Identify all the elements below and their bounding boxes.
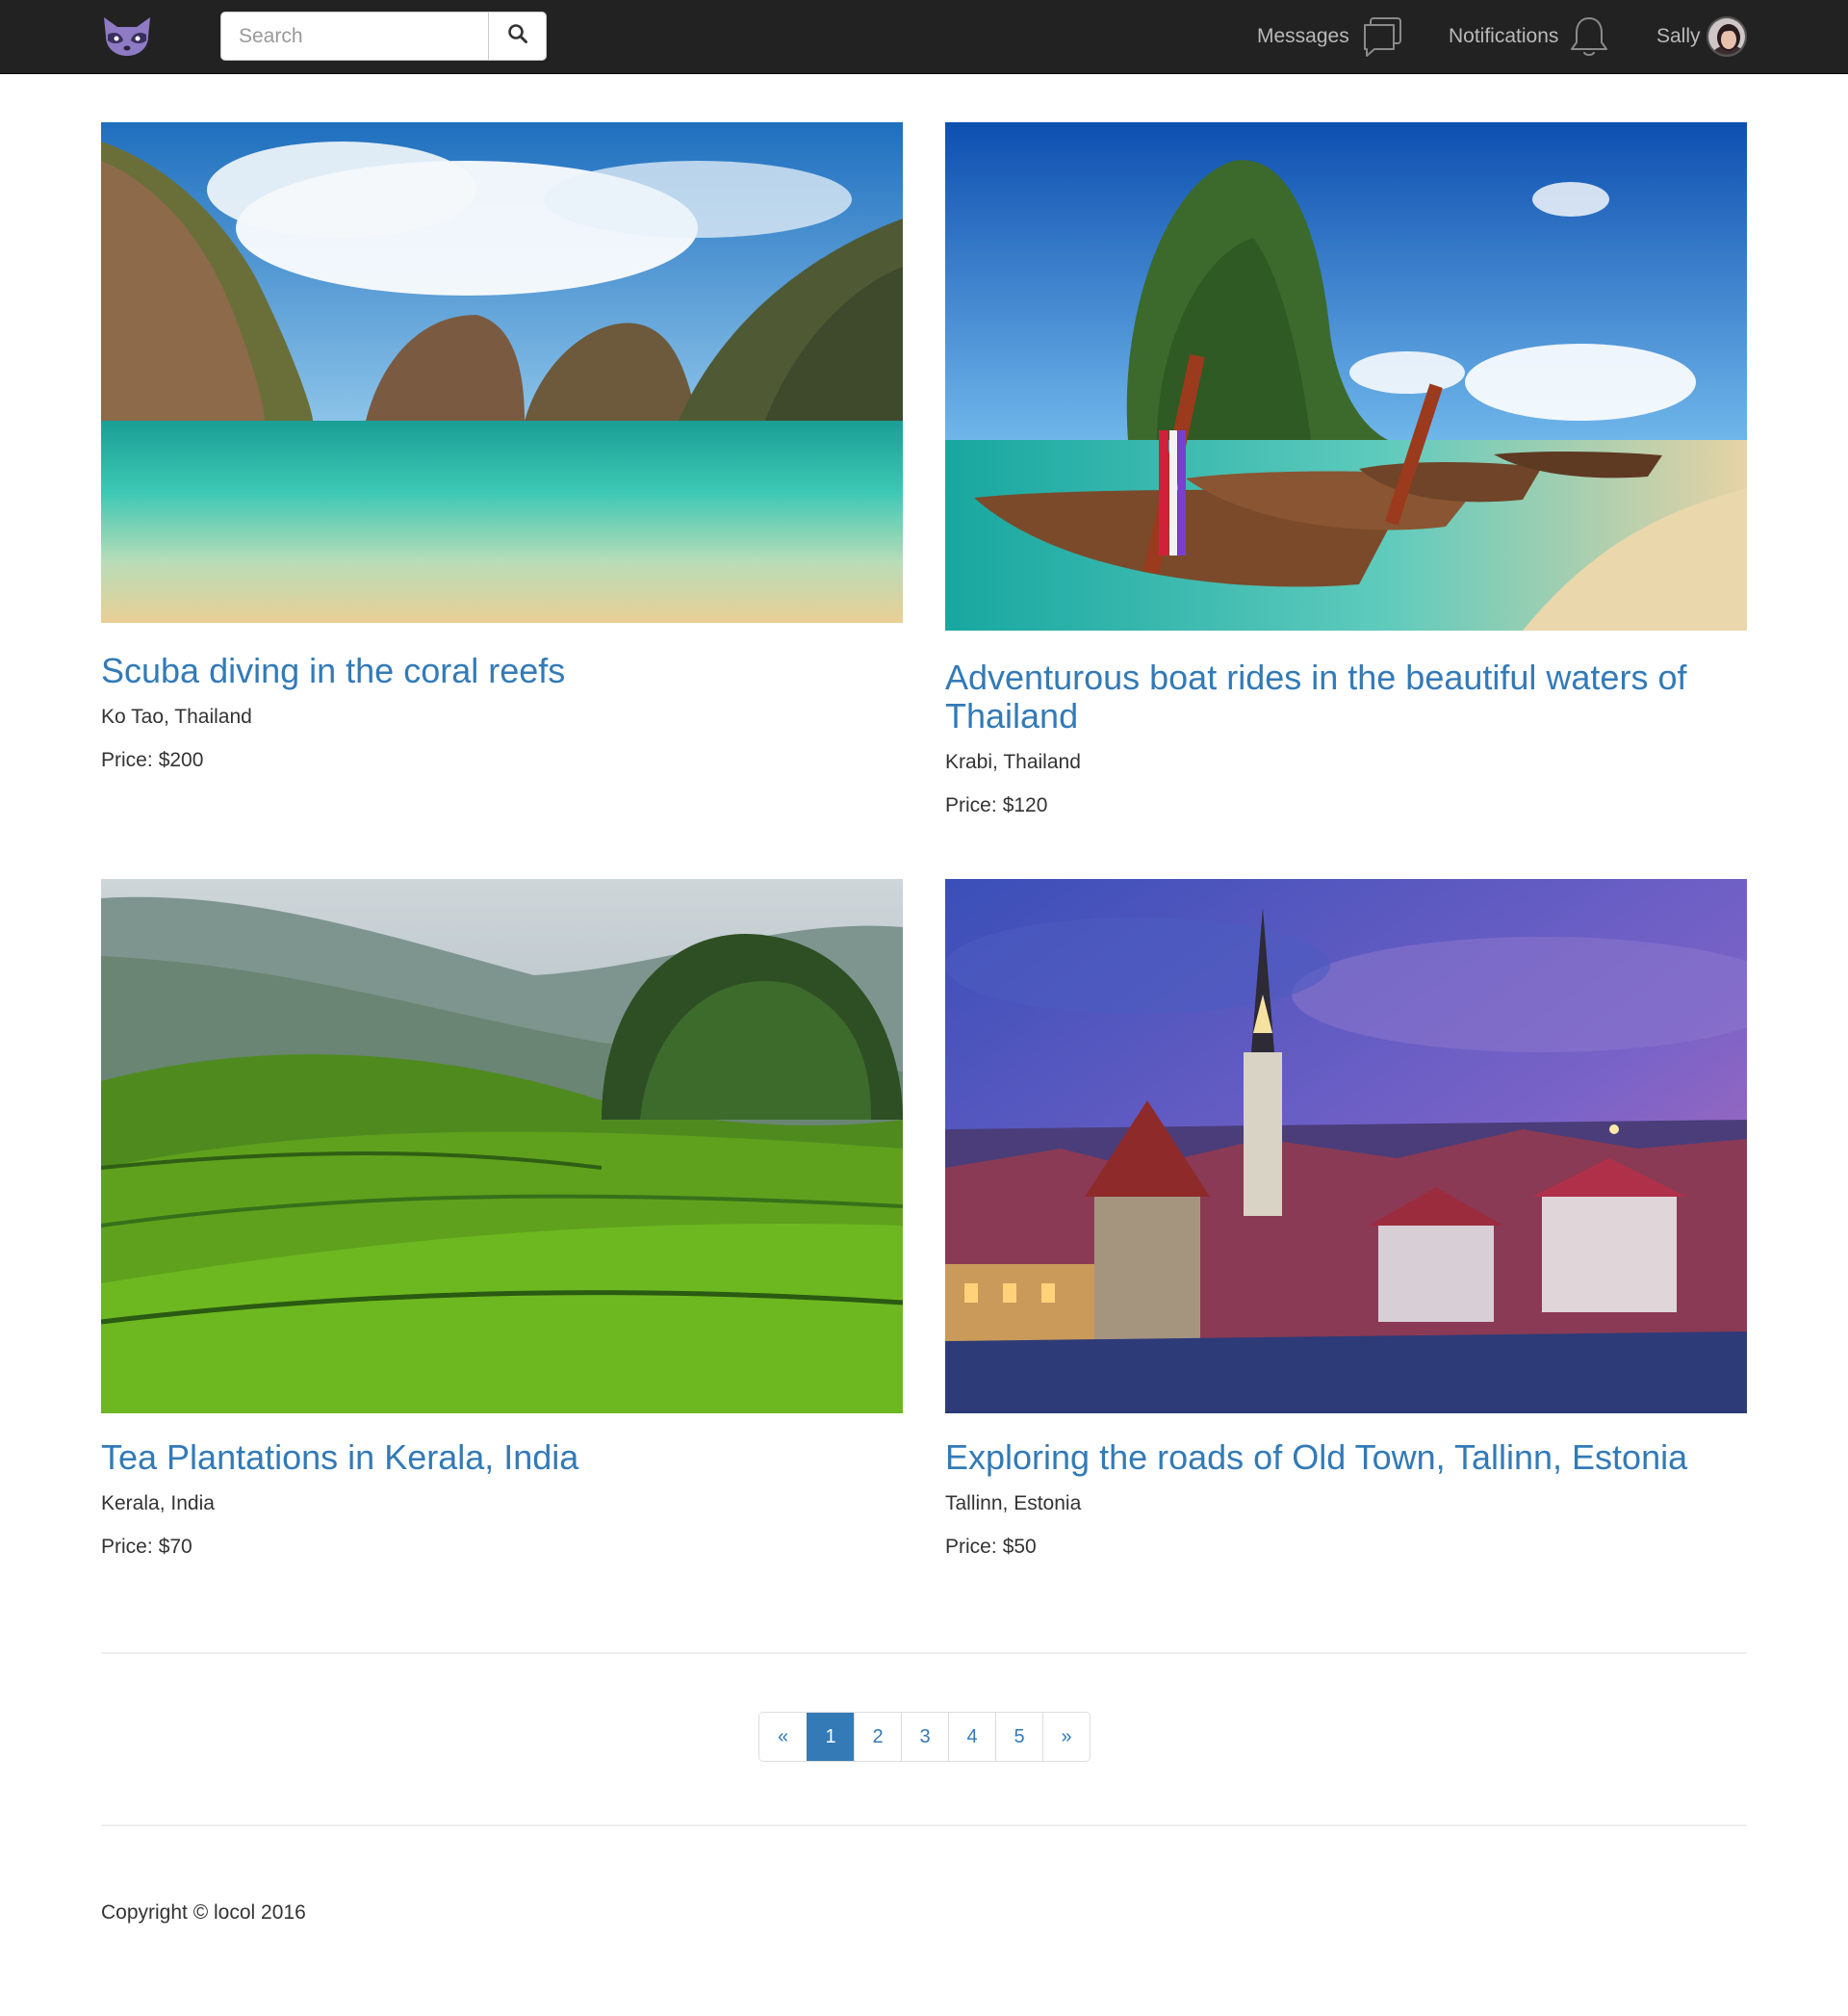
navbar: Messages Notifications Sally [0,0,1848,74]
price-value: $70 [158,1536,192,1558]
footer-copyright: Copyright © locol 2016 [101,1901,306,1924]
price-label: Price: [945,794,997,816]
pagination-next[interactable]: » [1042,1713,1090,1761]
pagination: « 1 2 3 4 5 » [758,1712,1091,1762]
price-label: Price: [101,749,153,771]
listing-card: Tea Plantations in Kerala, India Kerala,… [101,879,903,1561]
price-value: $50 [1002,1536,1037,1558]
listing-price: Price: $50 [945,1534,1747,1561]
divider [101,1824,1747,1826]
price-value: $120 [1002,794,1048,816]
listing-image-old-town-tallinn[interactable] [945,879,1747,1413]
avatar [1706,16,1747,57]
pagination-prev[interactable]: « [759,1713,807,1761]
listing-price: Price: $200 [101,747,903,774]
search-input[interactable] [220,12,489,61]
listing-location: Ko Tao, Thailand [101,706,252,728]
raccoon-logo-icon[interactable] [100,15,154,58]
pagination-page-1[interactable]: 1 [807,1713,854,1761]
listing-title[interactable]: Adventurous boat rides in the beautiful … [945,659,1747,736]
search-form [220,12,547,61]
pagination-page-5[interactable]: 5 [995,1713,1042,1761]
nav-user-menu[interactable]: Sally [1656,0,1747,73]
listing-image-longtail-boats[interactable] [945,122,1747,631]
search-button[interactable] [489,12,547,61]
messages-label: Messages [1257,25,1349,47]
listing-price: Price: $120 [945,792,1747,819]
listing-title[interactable]: Tea Plantations in Kerala, India [101,1438,903,1477]
pagination-page-3[interactable]: 3 [901,1713,948,1761]
listing-location: Tallinn, Estonia [945,1492,1082,1514]
price-label: Price: [945,1536,997,1558]
notifications-label: Notifications [1449,25,1559,47]
listing-title[interactable]: Exploring the roads of Old Town, Tallinn… [945,1438,1747,1477]
nav-messages[interactable]: Messages [1257,0,1403,73]
pagination-page-4[interactable]: 4 [948,1713,995,1761]
listing-card: Exploring the roads of Old Town, Tallinn… [945,879,1747,1561]
price-label: Price: [101,1536,153,1558]
listing-card: Adventurous boat rides in the beautiful … [945,122,1747,819]
listing-location: Kerala, India [101,1492,215,1514]
listing-price: Price: $70 [101,1534,903,1561]
price-value: $200 [158,749,204,771]
nav-notifications[interactable]: Notifications [1449,0,1610,73]
bell-icon [1568,14,1610,59]
listing-image-beach-cliffs[interactable] [101,122,903,623]
divider [101,1652,1747,1654]
user-name: Sally [1656,25,1701,47]
search-icon [507,23,528,49]
listing-location: Krabi, Thailand [945,751,1081,773]
listing-card: Scuba diving in the coral reefs Ko Tao, … [101,122,903,774]
listing-image-tea-plantation[interactable] [101,879,903,1413]
chat-bubbles-icon [1359,15,1403,58]
pagination-page-2[interactable]: 2 [854,1713,901,1761]
listing-title[interactable]: Scuba diving in the coral reefs [101,652,903,690]
